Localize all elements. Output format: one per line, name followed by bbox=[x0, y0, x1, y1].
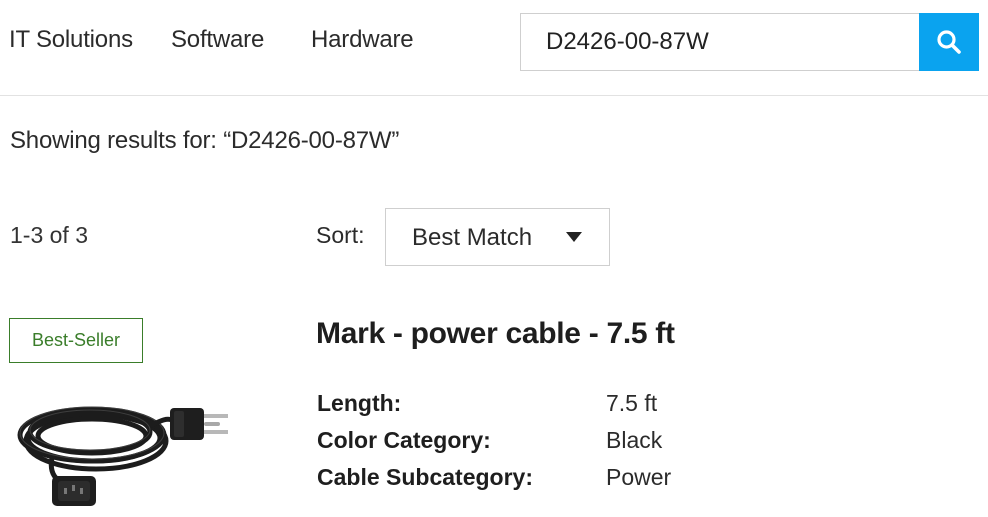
search-button[interactable] bbox=[919, 13, 979, 71]
product-title-link[interactable]: Mark - power cable - 7.5 ft bbox=[316, 317, 675, 351]
spec-value-length: 7.5 ft bbox=[606, 390, 658, 416]
sort-selected-value: Best Match bbox=[412, 224, 533, 251]
spec-value-color-category: Black bbox=[606, 427, 663, 453]
results-for-text: Showing results for: “D2426-00-87W” bbox=[10, 127, 400, 154]
spec-value-cable-subcategory: Power bbox=[606, 464, 672, 490]
sort-label: Sort: bbox=[316, 222, 365, 248]
power-cable-image[interactable] bbox=[12, 380, 242, 510]
best-seller-badge: Best-Seller bbox=[9, 318, 143, 363]
nav-link-software[interactable]: Software bbox=[171, 26, 264, 54]
search-icon bbox=[937, 30, 961, 54]
caret-down-icon bbox=[566, 232, 582, 242]
spec-label-length: Length: bbox=[317, 390, 402, 416]
sort-dropdown[interactable]: Best Match bbox=[385, 208, 610, 266]
spec-label-color-category: Color Category: bbox=[317, 427, 491, 453]
results-count: 1-3 of 3 bbox=[10, 222, 88, 248]
spec-label-cable-subcategory: Cable Subcategory: bbox=[317, 464, 533, 490]
top-bar: IT Solutions Software Hardware bbox=[0, 0, 988, 96]
search-input[interactable] bbox=[520, 13, 920, 71]
nav-link-it-solutions[interactable]: IT Solutions bbox=[9, 26, 133, 54]
nav-link-hardware[interactable]: Hardware bbox=[311, 26, 414, 54]
